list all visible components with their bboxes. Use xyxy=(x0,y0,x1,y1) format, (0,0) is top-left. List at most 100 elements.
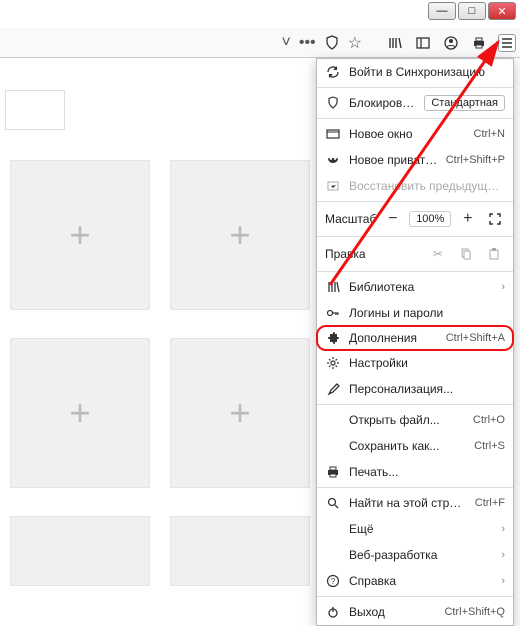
menu-settings[interactable]: Настройки xyxy=(317,350,513,376)
menu-restore-session: Восстановить предыдущую сессию xyxy=(317,173,513,199)
thumbnail-tile[interactable]: + xyxy=(170,338,310,488)
library-icon xyxy=(325,279,341,295)
menu-more[interactable]: Ещё › xyxy=(317,516,513,542)
menu-open-file[interactable]: Открыть файл... Ctrl+O xyxy=(317,407,513,433)
blank-icon xyxy=(325,438,341,454)
menu-separator xyxy=(317,404,513,405)
menu-separator xyxy=(317,87,513,88)
bookmark-star-icon[interactable]: ☆ xyxy=(348,33,362,53)
window-icon xyxy=(325,126,341,142)
thumbnail-tile[interactable]: + xyxy=(170,160,310,310)
search-icon xyxy=(325,495,341,511)
thumbnail-tile-small[interactable] xyxy=(5,90,65,130)
menu-shortcut: Ctrl+O xyxy=(473,414,505,426)
menu-label: Восстановить предыдущую сессию xyxy=(349,179,505,193)
fullscreen-button[interactable] xyxy=(484,208,505,230)
thumbnail-tile[interactable]: + xyxy=(10,338,150,488)
menu-sync[interactable]: Войти в Синхронизацию xyxy=(317,59,513,85)
plus-icon: + xyxy=(229,214,250,256)
menu-shortcut: Ctrl+N xyxy=(474,128,505,140)
menu-help[interactable]: ? Справка › xyxy=(317,568,513,594)
menu-addons[interactable]: Дополнения Ctrl+Shift+A xyxy=(316,325,514,351)
thumbnail-tile[interactable] xyxy=(170,516,310,586)
edit-label: Правка xyxy=(325,247,421,261)
menu-save-as[interactable]: Сохранить как... Ctrl+S xyxy=(317,433,513,459)
zoom-in-button[interactable]: + xyxy=(457,208,478,230)
shield-icon[interactable] xyxy=(324,35,340,51)
menu-label: Открыть файл... xyxy=(349,413,465,427)
toolbar: ˅ ••• ☆ xyxy=(0,28,520,58)
chevron-down-icon[interactable]: ˅ xyxy=(282,34,291,52)
thumbnail-tile[interactable] xyxy=(10,516,150,586)
paste-button[interactable] xyxy=(483,243,505,265)
menu-content-blocking[interactable]: Блокировка содержимого Стандартная xyxy=(317,90,513,116)
account-icon[interactable] xyxy=(442,34,460,52)
print-icon[interactable] xyxy=(470,34,488,52)
blank-icon xyxy=(325,547,341,563)
menu-label: Новое приватное окно xyxy=(349,153,438,167)
menu-label: Ещё xyxy=(349,522,493,536)
chevron-right-icon: › xyxy=(501,523,505,535)
sidebar-icon[interactable] xyxy=(414,34,432,52)
chevron-right-icon: › xyxy=(501,575,505,587)
menu-shortcut: Ctrl+F xyxy=(475,497,505,509)
menu-find[interactable]: Найти на этой странице... Ctrl+F xyxy=(317,490,513,516)
menu-shortcut: Ctrl+Shift+P xyxy=(446,154,505,166)
menu-label: Дополнения xyxy=(349,331,438,345)
shield-icon xyxy=(325,95,341,111)
mask-icon xyxy=(325,152,341,168)
blank-icon xyxy=(325,412,341,428)
toolbar-buttons xyxy=(386,34,516,52)
menu-label: Настройки xyxy=(349,356,505,370)
close-button[interactable]: ✕ xyxy=(488,2,516,20)
brush-icon xyxy=(325,381,341,397)
menu-label: Сохранить как... xyxy=(349,439,466,453)
menu-edit: Правка ✂ xyxy=(317,239,513,269)
menu-separator xyxy=(317,236,513,237)
copy-button[interactable] xyxy=(455,243,477,265)
hamburger-menu: Войти в Синхронизацию Блокировка содержи… xyxy=(316,58,514,626)
menu-logins[interactable]: Логины и пароли xyxy=(317,300,513,326)
print-icon xyxy=(325,464,341,480)
svg-text:?: ? xyxy=(331,577,336,586)
menu-separator xyxy=(317,487,513,488)
menu-shortcut: Ctrl+Shift+A xyxy=(446,332,505,344)
menu-separator xyxy=(317,271,513,272)
menu-label: Блокировка содержимого xyxy=(349,96,416,110)
menu-new-window[interactable]: Новое окно Ctrl+N xyxy=(317,121,513,147)
gear-icon xyxy=(325,355,341,371)
minimize-button[interactable]: — xyxy=(428,2,456,20)
menu-label: Выход xyxy=(349,605,436,619)
zoom-label: Масштаб xyxy=(325,212,376,226)
maximize-button[interactable]: □ xyxy=(458,2,486,20)
menu-library[interactable]: Библиотека › xyxy=(317,274,513,300)
menu-zoom: Масштаб − 100% + xyxy=(317,204,513,234)
menu-exit[interactable]: Выход Ctrl+Shift+Q xyxy=(317,599,513,625)
top-sites-row: + + xyxy=(10,160,310,310)
menu-label: Справка xyxy=(349,574,493,588)
menu-label: Логины и пароли xyxy=(349,306,505,320)
cut-button[interactable]: ✂ xyxy=(427,243,449,265)
menu-print[interactable]: Печать... xyxy=(317,459,513,485)
puzzle-icon xyxy=(325,330,341,346)
chevron-right-icon: › xyxy=(501,549,505,561)
plus-icon: + xyxy=(69,392,90,434)
menu-shortcut: Ctrl+S xyxy=(474,440,505,452)
menu-new-private[interactable]: Новое приватное окно Ctrl+Shift+P xyxy=(317,147,513,173)
menu-label: Персонализация... xyxy=(349,382,505,396)
power-icon xyxy=(325,604,341,620)
library-icon[interactable] xyxy=(386,34,404,52)
hamburger-menu-button[interactable] xyxy=(498,34,516,52)
thumbnail-tile[interactable]: + xyxy=(10,160,150,310)
menu-label: Библиотека xyxy=(349,280,493,294)
menu-separator xyxy=(317,596,513,597)
menu-customize[interactable]: Персонализация... xyxy=(317,376,513,402)
zoom-out-button[interactable]: − xyxy=(382,208,403,230)
restore-icon xyxy=(325,178,341,194)
menu-separator xyxy=(317,118,513,119)
menu-shortcut: Ctrl+Shift+Q xyxy=(444,606,505,618)
top-sites-row: + + xyxy=(10,338,310,488)
page-actions-icon[interactable]: ••• xyxy=(299,34,316,52)
menu-label: Войти в Синхронизацию xyxy=(349,65,505,79)
menu-webdev[interactable]: Веб-разработка › xyxy=(317,542,513,568)
